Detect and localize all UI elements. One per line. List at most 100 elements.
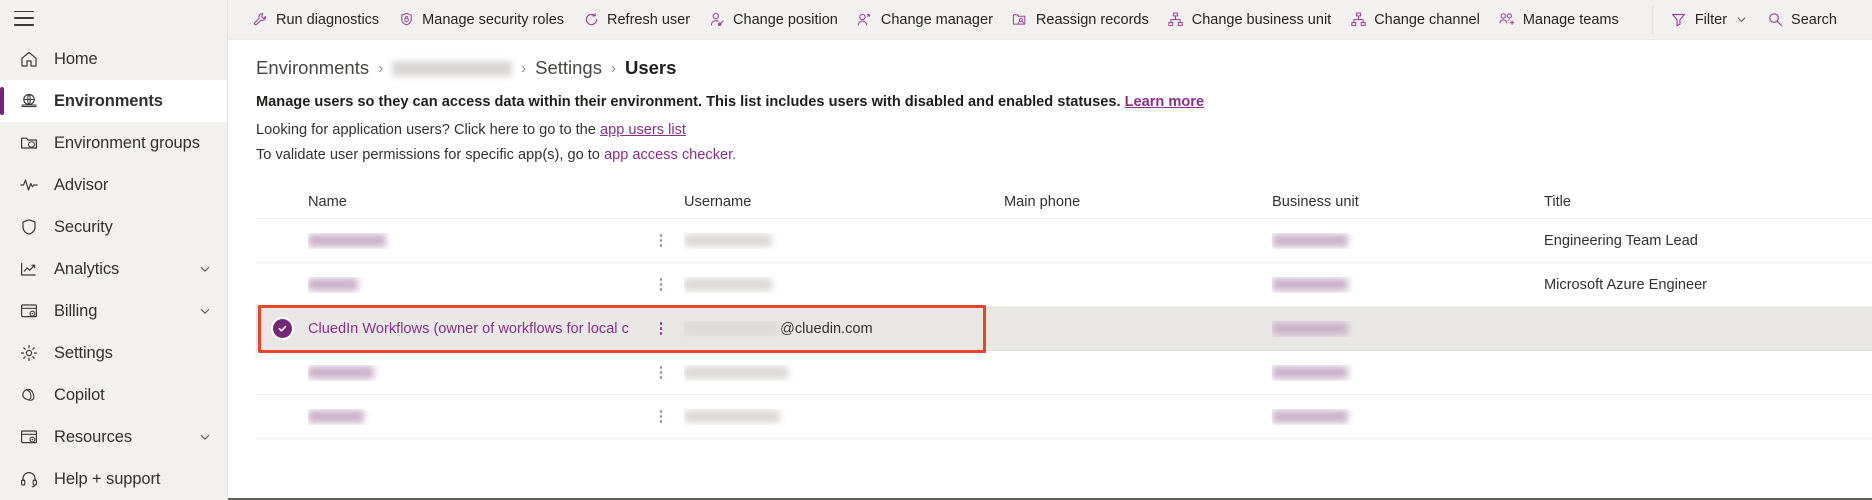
command-label: Manage teams xyxy=(1522,11,1619,28)
sidebar-item-copilot[interactable]: Copilot xyxy=(0,374,227,416)
sidebar-item-advisor[interactable]: Advisor xyxy=(0,164,227,206)
app-access-checker-link[interactable]: app access checker. xyxy=(604,147,736,163)
table-row[interactable] xyxy=(256,395,1872,439)
manage-teams-button[interactable]: Manage teams xyxy=(1489,4,1628,36)
command-label: Change channel xyxy=(1374,11,1480,28)
cell-title: Microsoft Azure Engineer xyxy=(1544,276,1708,293)
resources-icon xyxy=(18,426,40,448)
funnel-icon xyxy=(1670,11,1688,29)
breadcrumb-item-settings[interactable]: Settings xyxy=(535,57,602,79)
sidebar-item-label: Billing xyxy=(54,301,98,320)
sidebar-item-home[interactable]: Home xyxy=(0,38,227,80)
power-platform-admin-center: Home Environments Environment groups Adviso… xyxy=(0,0,1872,500)
gear-icon xyxy=(18,342,40,364)
sidebar-item-label: Home xyxy=(54,49,98,68)
sidebar-item-analytics[interactable]: Analytics xyxy=(0,248,227,290)
sidebar-item-label: Analytics xyxy=(54,259,120,278)
row-actions-kebab-icon[interactable] xyxy=(659,409,663,424)
table-row[interactable]: CluedIn Workflows (owner of workflows fo… xyxy=(256,307,1872,351)
chevron-down-icon[interactable] xyxy=(197,303,213,319)
row-actions-cell[interactable] xyxy=(638,365,684,380)
cell-business-unit xyxy=(1272,409,1544,425)
row-actions-kebab-icon[interactable] xyxy=(659,233,663,248)
command-label: Change business unit xyxy=(1191,11,1332,28)
hamburger-icon[interactable] xyxy=(14,10,34,26)
row-actions-cell[interactable] xyxy=(638,409,684,424)
breadcrumb-item-environments[interactable]: Environments xyxy=(256,57,369,79)
chevron-down-icon[interactable] xyxy=(197,261,213,277)
search-button[interactable]: Search xyxy=(1757,4,1846,36)
learn-more-link[interactable]: Learn more xyxy=(1125,94,1204,110)
sidebar-item-environment-groups[interactable]: Environment groups xyxy=(0,122,227,164)
reassign-records-button[interactable]: Reassign records xyxy=(1002,4,1158,36)
cell-name[interactable] xyxy=(308,277,638,293)
cell-username xyxy=(684,277,1004,293)
sidebar-item-billing[interactable]: Billing xyxy=(0,290,227,332)
filter-label: Filter xyxy=(1694,11,1728,28)
sidebar-item-label: Copilot xyxy=(54,385,105,404)
reassign-records-icon xyxy=(1011,11,1029,29)
column-header-name[interactable]: Name xyxy=(308,194,638,210)
hamburger-menu-button[interactable] xyxy=(0,4,227,32)
row-actions-kebab-icon[interactable] xyxy=(659,277,663,292)
column-header-business-unit[interactable]: Business unit xyxy=(1272,194,1544,210)
chevron-down-icon xyxy=(1735,13,1748,26)
table-header-row: Name Username Main phone Business unit T… xyxy=(256,185,1872,219)
row-actions-kebab-icon[interactable] xyxy=(659,365,663,380)
column-header-title[interactable]: Title xyxy=(1544,194,1872,210)
sidebar-item-security[interactable]: Security xyxy=(0,206,227,248)
row-select-cell[interactable] xyxy=(256,319,308,338)
column-header-username[interactable]: Username xyxy=(684,194,1004,210)
row-selected-check-icon[interactable] xyxy=(272,319,292,338)
table-row[interactable]: Microsoft Azure Engineer xyxy=(256,263,1872,307)
cell-name[interactable] xyxy=(308,233,638,249)
cell-name[interactable] xyxy=(308,409,638,425)
table-row[interactable]: Engineering Team Lead xyxy=(256,219,1872,263)
app-users-list-link[interactable]: app users list xyxy=(600,122,686,138)
sidebar-item-help-support[interactable]: Help + support xyxy=(0,458,227,500)
breadcrumb-item-current: Users xyxy=(624,57,677,78)
run-diagnostics-button[interactable]: Run diagnostics xyxy=(242,4,388,36)
change-channel-button[interactable]: Change channel xyxy=(1340,4,1489,36)
cell-username: @cluedin.com xyxy=(684,321,1004,337)
refresh-user-button[interactable]: Refresh user xyxy=(573,4,699,36)
column-header-main-phone[interactable]: Main phone xyxy=(1004,194,1272,210)
command-bar-right-group: Filter Search xyxy=(1651,4,1846,36)
users-table: Name Username Main phone Business unit T… xyxy=(256,185,1872,439)
main-region: Run diagnostics Manage security roles Refr… xyxy=(228,0,1872,500)
change-position-button[interactable]: Change position xyxy=(699,4,847,36)
cell-username-redacted xyxy=(684,322,780,336)
sidebar-item-environments[interactable]: Environments xyxy=(0,80,227,122)
cell-business-unit-redacted xyxy=(1272,410,1348,424)
table-body: Engineering Team Lead Microsoft Azure Eng… xyxy=(256,219,1872,439)
command-label: Reassign records xyxy=(1035,11,1149,28)
breadcrumb-separator: › xyxy=(378,59,384,77)
cell-name[interactable]: CluedIn Workflows (owner of workflows fo… xyxy=(308,321,638,337)
cell-username-redacted xyxy=(684,234,772,248)
manage-security-roles-button[interactable]: Manage security roles xyxy=(388,4,573,36)
filter-button[interactable]: Filter xyxy=(1661,4,1757,36)
breadcrumb-item-redacted[interactable] xyxy=(392,60,513,76)
row-actions-kebab-icon[interactable] xyxy=(659,321,663,336)
chevron-down-icon[interactable] xyxy=(197,429,213,445)
advisor-pulse-icon xyxy=(18,174,40,196)
row-actions-cell[interactable] xyxy=(638,277,684,292)
description-line-app-users: Looking for application users? Click her… xyxy=(256,118,1872,143)
change-business-unit-button[interactable]: Change business unit xyxy=(1158,4,1340,36)
change-manager-button[interactable]: Change manager xyxy=(847,4,1002,36)
person-settings-icon xyxy=(708,11,726,29)
row-actions-cell[interactable] xyxy=(638,321,684,336)
table-row[interactable] xyxy=(256,351,1872,395)
cell-name[interactable] xyxy=(308,365,638,381)
analytics-chart-icon xyxy=(18,258,40,280)
description-text-2: Looking for application users? Click her… xyxy=(256,122,596,138)
breadcrumb-separator: › xyxy=(610,59,616,77)
cell-username-suffix: @cluedin.com xyxy=(780,320,873,337)
sidebar-item-settings[interactable]: Settings xyxy=(0,332,227,374)
row-actions-cell[interactable] xyxy=(638,233,684,248)
home-icon xyxy=(18,48,40,70)
command-label: Change manager xyxy=(880,11,993,28)
page-description-block: Manage users so they can access data wit… xyxy=(256,86,1872,168)
cell-name-text[interactable]: CluedIn Workflows (owner of workflows fo… xyxy=(308,321,629,337)
sidebar-item-resources[interactable]: Resources xyxy=(0,416,227,458)
